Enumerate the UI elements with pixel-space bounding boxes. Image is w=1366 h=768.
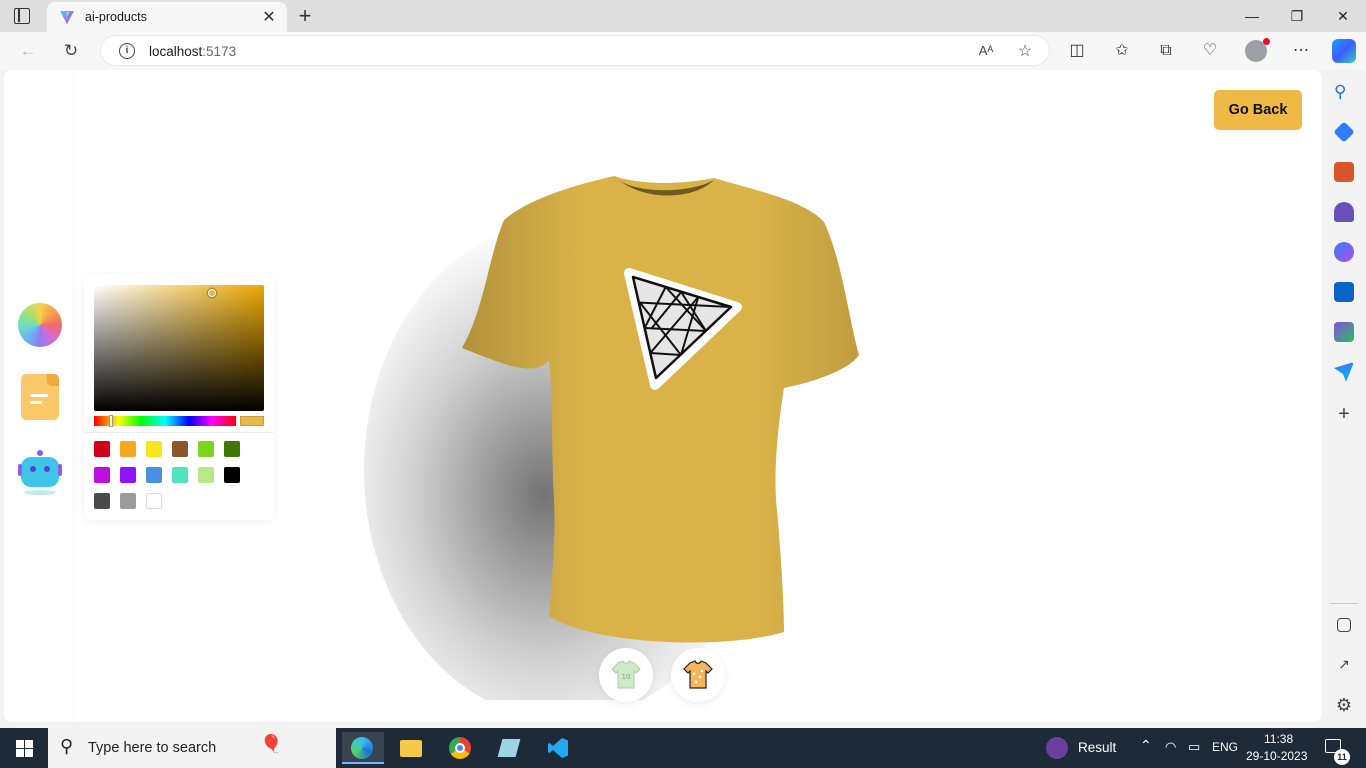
tshirt-canvas[interactable] — [344, 160, 904, 720]
shopping-tag-icon[interactable] — [1333, 121, 1355, 143]
restore-icon[interactable]: ❐ — [1287, 6, 1307, 26]
color-preview — [240, 416, 264, 426]
profile-avatar[interactable] — [1245, 38, 1270, 62]
browser-tab[interactable]: ai-products ✕ — [47, 2, 287, 32]
collections-icon[interactable]: ⧉ — [1155, 40, 1177, 62]
color-picker-panel — [84, 274, 274, 520]
browser-essentials-icon[interactable]: ♡ — [1199, 40, 1221, 62]
color-picker-tab-icon[interactable] — [18, 303, 62, 347]
browser-toolbar: ← ↻ i localhost:5173 Aᴬ ☆ ◫ ✩ ⧉ ♡ ⋯ — [0, 32, 1366, 70]
shirt-logo-filter-icon: 10 — [611, 660, 641, 689]
saturation-area[interactable] — [94, 285, 264, 411]
minimize-icon[interactable]: — — [1242, 6, 1262, 26]
saturation-handle[interactable] — [208, 289, 216, 297]
designer-icon[interactable] — [1334, 322, 1354, 342]
color-swatch[interactable] — [198, 441, 214, 457]
clock-time[interactable]: 11:38 — [1264, 732, 1293, 746]
close-window-icon[interactable]: ✕ — [1333, 6, 1353, 26]
color-swatch[interactable] — [120, 493, 136, 509]
search-icon[interactable]: ⚲ — [1334, 82, 1354, 102]
taskbar-search-box[interactable]: ⚲ Type here to search 🎈 — [48, 728, 336, 768]
info-icon[interactable]: i — [119, 43, 135, 59]
notification-count-badge: 11 — [1334, 749, 1350, 765]
taskbar-app-icon[interactable] — [488, 732, 530, 764]
windows-taskbar: ⚲ Type here to search 🎈 Result ⌃ ◠ ▭ ENG… — [0, 728, 1366, 768]
color-swatch[interactable] — [94, 441, 110, 457]
external-link-icon[interactable]: ↗ — [1334, 656, 1354, 676]
favorites-icon[interactable]: ✩ — [1111, 40, 1133, 62]
hide-sidebar-icon[interactable] — [1337, 618, 1351, 632]
color-swatch[interactable] — [172, 441, 188, 457]
color-swatch[interactable] — [198, 467, 214, 483]
picker-divider — [84, 432, 274, 433]
svg-text:10: 10 — [622, 673, 631, 681]
games-icon[interactable] — [1334, 202, 1354, 222]
tshirt-model[interactable] — [344, 160, 904, 720]
show-hidden-icons-icon[interactable]: ⌃ — [1140, 737, 1152, 754]
browser-tab-bar: ai-products ✕ + — ❐ ✕ — [0, 0, 1366, 32]
color-swatch[interactable] — [146, 441, 162, 457]
edge-sidebar: ⚲ + ↗ ⚙ — [1322, 70, 1366, 728]
color-swatch[interactable] — [94, 493, 110, 509]
sidebar-divider — [1330, 603, 1358, 604]
outlook-icon[interactable] — [1334, 282, 1354, 302]
shirt-texture-filter-icon — [683, 660, 713, 689]
refresh-icon[interactable]: ↻ — [60, 40, 82, 62]
color-swatch[interactable] — [94, 467, 110, 483]
hue-slider-handle[interactable] — [109, 415, 113, 427]
color-swatch[interactable] — [146, 493, 162, 509]
back-icon[interactable]: ← — [17, 40, 39, 62]
battery-icon[interactable]: ▭ — [1188, 739, 1200, 755]
read-aloud-icon[interactable]: Aᴬ — [976, 43, 996, 58]
taskbar-search-placeholder: Type here to search — [88, 740, 217, 756]
copilot-icon[interactable] — [1332, 39, 1356, 63]
microsoft-365-icon[interactable] — [1334, 242, 1354, 262]
more-menu-icon[interactable]: ⋯ — [1290, 40, 1312, 62]
customizer-sidebar — [4, 70, 72, 722]
address-bar[interactable]: i localhost:5173 Aᴬ ☆ — [100, 35, 1050, 66]
color-swatch[interactable] — [146, 467, 162, 483]
file-picker-tab-icon[interactable] — [21, 374, 59, 420]
language-indicator[interactable]: ENG — [1212, 740, 1238, 754]
taskbar-vscode-icon[interactable] — [537, 732, 579, 764]
tab-title: ai-products — [85, 10, 147, 24]
new-tab-icon[interactable]: + — [294, 3, 316, 29]
color-swatch[interactable] — [224, 467, 240, 483]
wifi-icon[interactable]: ◠ — [1165, 739, 1176, 755]
vite-logo-icon — [60, 11, 74, 24]
close-tab-icon[interactable]: ✕ — [260, 7, 278, 27]
send-icon[interactable] — [1334, 362, 1354, 382]
split-screen-icon[interactable]: ◫ — [1066, 40, 1088, 62]
cricket-widget-icon[interactable] — [1046, 737, 1068, 759]
taskbar-chrome-icon[interactable] — [439, 732, 481, 764]
go-back-button[interactable]: Go Back — [1214, 90, 1302, 130]
widget-label[interactable]: Result — [1078, 740, 1116, 755]
add-sidebar-app-icon[interactable]: + — [1334, 404, 1354, 424]
page-viewport: Go Back 10 — [4, 70, 1322, 722]
color-swatch[interactable] — [120, 467, 136, 483]
tools-icon[interactable] — [1334, 162, 1354, 182]
ai-robot-tab-icon[interactable] — [18, 450, 62, 496]
favorite-star-icon[interactable]: ☆ — [1015, 41, 1035, 61]
hue-slider[interactable] — [94, 415, 236, 427]
full-texture-toggle-button[interactable] — [671, 648, 725, 702]
windows-start-icon[interactable] — [16, 740, 33, 757]
color-swatch[interactable] — [120, 441, 136, 457]
clock-date[interactable]: 29-10-2023 — [1246, 749, 1307, 763]
color-swatch[interactable] — [224, 441, 240, 457]
url-text: localhost:5173 — [149, 44, 237, 59]
taskbar-edge-icon[interactable] — [342, 732, 384, 764]
settings-gear-icon[interactable]: ⚙ — [1334, 695, 1354, 715]
color-swatch[interactable] — [172, 467, 188, 483]
tab-actions-icon[interactable] — [14, 8, 30, 24]
logo-toggle-button[interactable]: 10 — [599, 648, 653, 702]
search-icon: ⚲ — [60, 736, 74, 756]
hot-air-balloon-icon: 🎈 — [260, 734, 283, 754]
taskbar-file-explorer-icon[interactable] — [390, 732, 432, 764]
